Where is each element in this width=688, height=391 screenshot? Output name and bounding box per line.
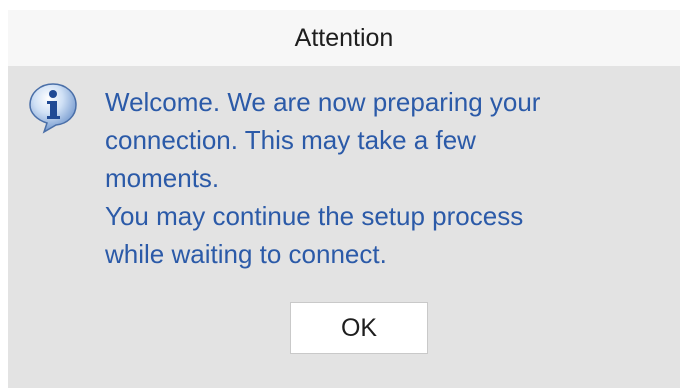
info-icon [28, 82, 78, 134]
attention-dialog: Attention Welcome. We are now preparing … [8, 10, 680, 388]
ok-button[interactable]: OK [290, 302, 428, 354]
dialog-message: Welcome. We are now preparing your conne… [105, 83, 665, 273]
message-line: You may continue the setup process [105, 201, 524, 231]
message-line: while waiting to connect. [105, 239, 387, 269]
message-line: moments. [105, 163, 220, 193]
message-line: Welcome. We are now preparing your [105, 87, 541, 117]
dialog-title: Attention [294, 23, 394, 52]
message-line: connection. This may take a few [105, 125, 476, 155]
dialog-titlebar: Attention [8, 10, 680, 66]
